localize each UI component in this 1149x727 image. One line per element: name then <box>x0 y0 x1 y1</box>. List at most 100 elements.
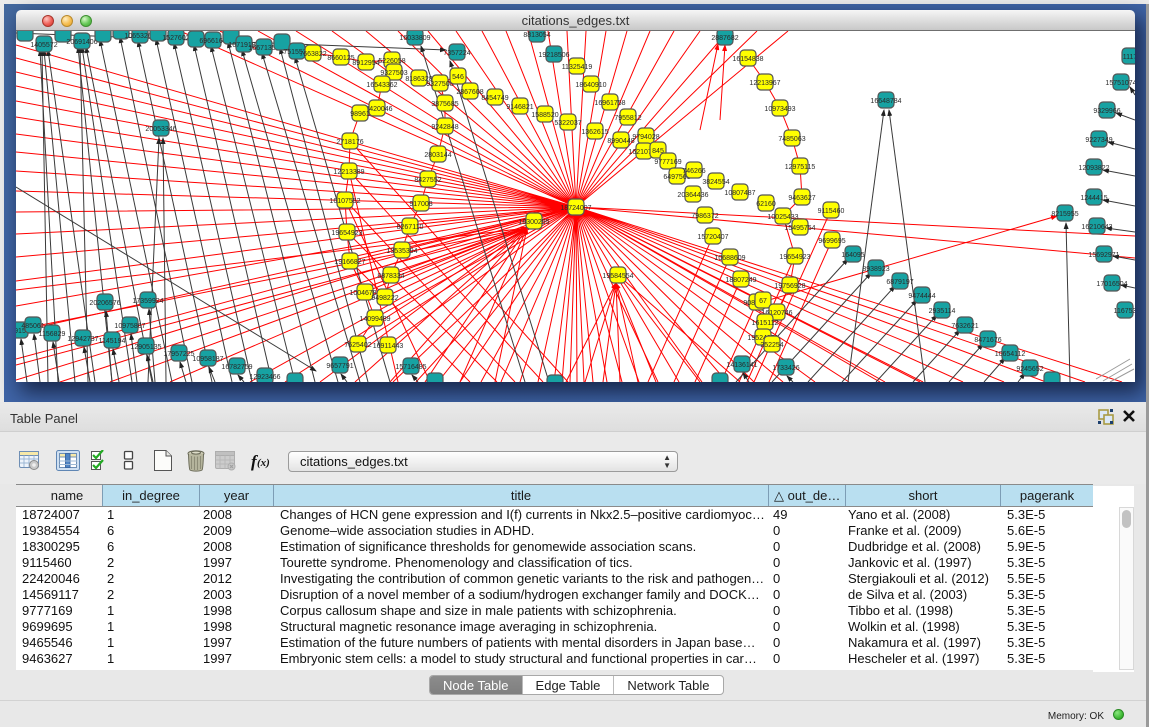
svg-text:2718176: 2718176 <box>336 139 363 146</box>
svg-text:6879197: 6879197 <box>886 279 913 286</box>
svg-text:(x): (x) <box>257 457 270 469</box>
svg-text:12213967: 12213967 <box>749 80 780 87</box>
svg-text:18724007: 18724007 <box>560 205 591 212</box>
svg-text:7632621: 7632621 <box>951 323 978 330</box>
svg-text:9777169: 9777169 <box>654 159 681 166</box>
svg-text:7485063: 7485063 <box>778 136 805 143</box>
svg-text:116753: 116753 <box>1114 308 1135 315</box>
svg-text:1244415: 1244415 <box>1080 195 1107 202</box>
svg-text:9794028: 9794028 <box>632 134 659 141</box>
svg-text:17016504: 17016504 <box>1096 281 1127 288</box>
svg-text:20053346: 20053346 <box>145 126 176 133</box>
svg-text:10688609: 10688609 <box>714 255 745 262</box>
svg-text:16210643: 16210643 <box>1081 224 1112 231</box>
svg-text:7986372: 7986372 <box>691 213 718 220</box>
svg-text:7625402: 7625402 <box>344 342 371 349</box>
svg-text:12093822: 12093822 <box>1078 165 1109 172</box>
svg-text:15716485: 15716485 <box>395 364 426 371</box>
svg-text:11325419: 11325419 <box>562 64 593 71</box>
svg-text:10958187: 10958187 <box>192 356 223 363</box>
svg-text:1145194: 1145194 <box>99 338 126 345</box>
svg-text:2867608: 2867608 <box>456 89 483 96</box>
svg-text:9699695: 9699695 <box>818 238 845 245</box>
svg-text:16107552: 16107552 <box>329 198 360 205</box>
svg-text:1615112: 1615112 <box>752 320 779 327</box>
svg-text:16033809: 16033809 <box>399 35 430 42</box>
svg-text:9327508: 9327508 <box>426 81 453 88</box>
svg-text:16648784: 16648784 <box>870 98 901 105</box>
svg-text:13535394: 13535394 <box>386 248 417 255</box>
svg-text:16961758: 16961758 <box>594 100 625 107</box>
svg-text:62160: 62160 <box>756 201 776 208</box>
svg-text:9146821: 9146821 <box>506 104 533 111</box>
svg-text:9227349: 9227349 <box>1085 137 1112 144</box>
svg-text:1117: 1117 <box>1123 54 1135 61</box>
svg-text:9242848: 9242848 <box>431 124 458 131</box>
svg-text:8813054: 8813054 <box>523 32 550 39</box>
svg-text:5322037: 5322037 <box>554 120 581 127</box>
svg-text:17359924: 17359924 <box>132 298 163 305</box>
svg-text:67: 67 <box>759 298 767 305</box>
svg-text:164095: 164095 <box>841 252 864 259</box>
svg-text:18640910: 18640910 <box>575 82 606 89</box>
svg-text:18300295: 18300295 <box>518 219 549 226</box>
svg-text:12942737: 12942737 <box>67 336 98 343</box>
svg-text:14099489: 14099489 <box>359 316 390 323</box>
svg-text:2887682: 2887682 <box>711 35 738 42</box>
svg-text:7955812: 7955812 <box>614 115 641 122</box>
svg-text:252254: 252254 <box>760 342 783 349</box>
svg-text:1362615: 1362615 <box>581 129 608 136</box>
svg-text:1527602: 1527602 <box>162 35 189 42</box>
svg-text:19218506: 19218506 <box>538 52 569 59</box>
svg-text:19654923: 19654923 <box>779 254 810 261</box>
svg-text:20691406: 20691406 <box>66 39 97 46</box>
svg-text:8938923: 8938923 <box>862 266 889 273</box>
svg-text:9245652: 9245652 <box>1016 366 1043 373</box>
svg-text:7663822: 7663822 <box>299 51 326 58</box>
svg-text:16911443: 16911443 <box>373 343 404 350</box>
svg-text:9474444: 9474444 <box>908 293 935 300</box>
svg-text:12213389: 12213389 <box>333 169 364 176</box>
svg-text:1588520: 1588520 <box>531 112 558 119</box>
svg-text:8454749: 8454749 <box>481 95 508 102</box>
svg-text:8912954: 8912954 <box>352 60 379 67</box>
svg-text:15692971: 15692971 <box>1088 252 1119 259</box>
svg-text:8660125: 8660125 <box>327 55 354 62</box>
svg-text:19654923: 19654923 <box>331 230 362 237</box>
svg-text:98961: 98961 <box>350 111 370 118</box>
svg-text:2935114: 2935114 <box>929 308 956 315</box>
svg-text:18807249: 18807249 <box>725 277 756 284</box>
svg-text:16154838: 16154838 <box>732 56 763 63</box>
svg-text:12905135: 12905135 <box>130 344 161 351</box>
svg-text:9498222: 9498222 <box>371 295 398 302</box>
svg-text:7357224: 7357224 <box>443 50 470 57</box>
svg-text:10807487: 10807487 <box>724 190 755 197</box>
svg-text:10975867: 10975867 <box>114 323 145 330</box>
svg-text:3824554: 3824554 <box>702 179 729 186</box>
svg-text:8215955: 8215955 <box>1051 211 1078 218</box>
svg-text:8990448: 8990448 <box>607 138 634 145</box>
svg-text:1733426: 1733426 <box>772 365 799 372</box>
svg-text:9115460: 9115460 <box>818 208 845 215</box>
svg-text:8878334: 8878334 <box>377 273 404 280</box>
svg-text:17957225: 17957225 <box>163 351 194 358</box>
svg-text:16782759: 16782759 <box>221 364 252 371</box>
svg-text:19756928: 19756928 <box>774 283 805 290</box>
svg-text:917008: 917008 <box>409 201 432 208</box>
svg-text:546: 546 <box>452 74 464 81</box>
svg-text:16543362: 16543362 <box>366 82 397 89</box>
svg-text:8267110: 8267110 <box>397 224 424 231</box>
svg-text:12975115: 12975115 <box>785 164 816 171</box>
svg-text:19166827: 19166827 <box>334 259 365 266</box>
svg-text:15751074: 15751074 <box>1105 80 1135 87</box>
svg-text:9463627: 9463627 <box>788 195 815 202</box>
svg-text:10973493: 10973493 <box>764 106 795 113</box>
svg-text:19584554: 19584554 <box>602 273 633 280</box>
svg-text:9657791: 9657791 <box>326 363 353 370</box>
svg-text:12923466: 12923466 <box>249 374 280 381</box>
svg-text:15495754: 15495754 <box>784 225 815 232</box>
svg-text:3875685: 3875685 <box>431 101 458 108</box>
svg-text:1156829: 1156829 <box>39 331 66 338</box>
svg-text:14136141: 14136141 <box>726 362 757 369</box>
svg-text:8427552: 8427552 <box>414 177 441 184</box>
